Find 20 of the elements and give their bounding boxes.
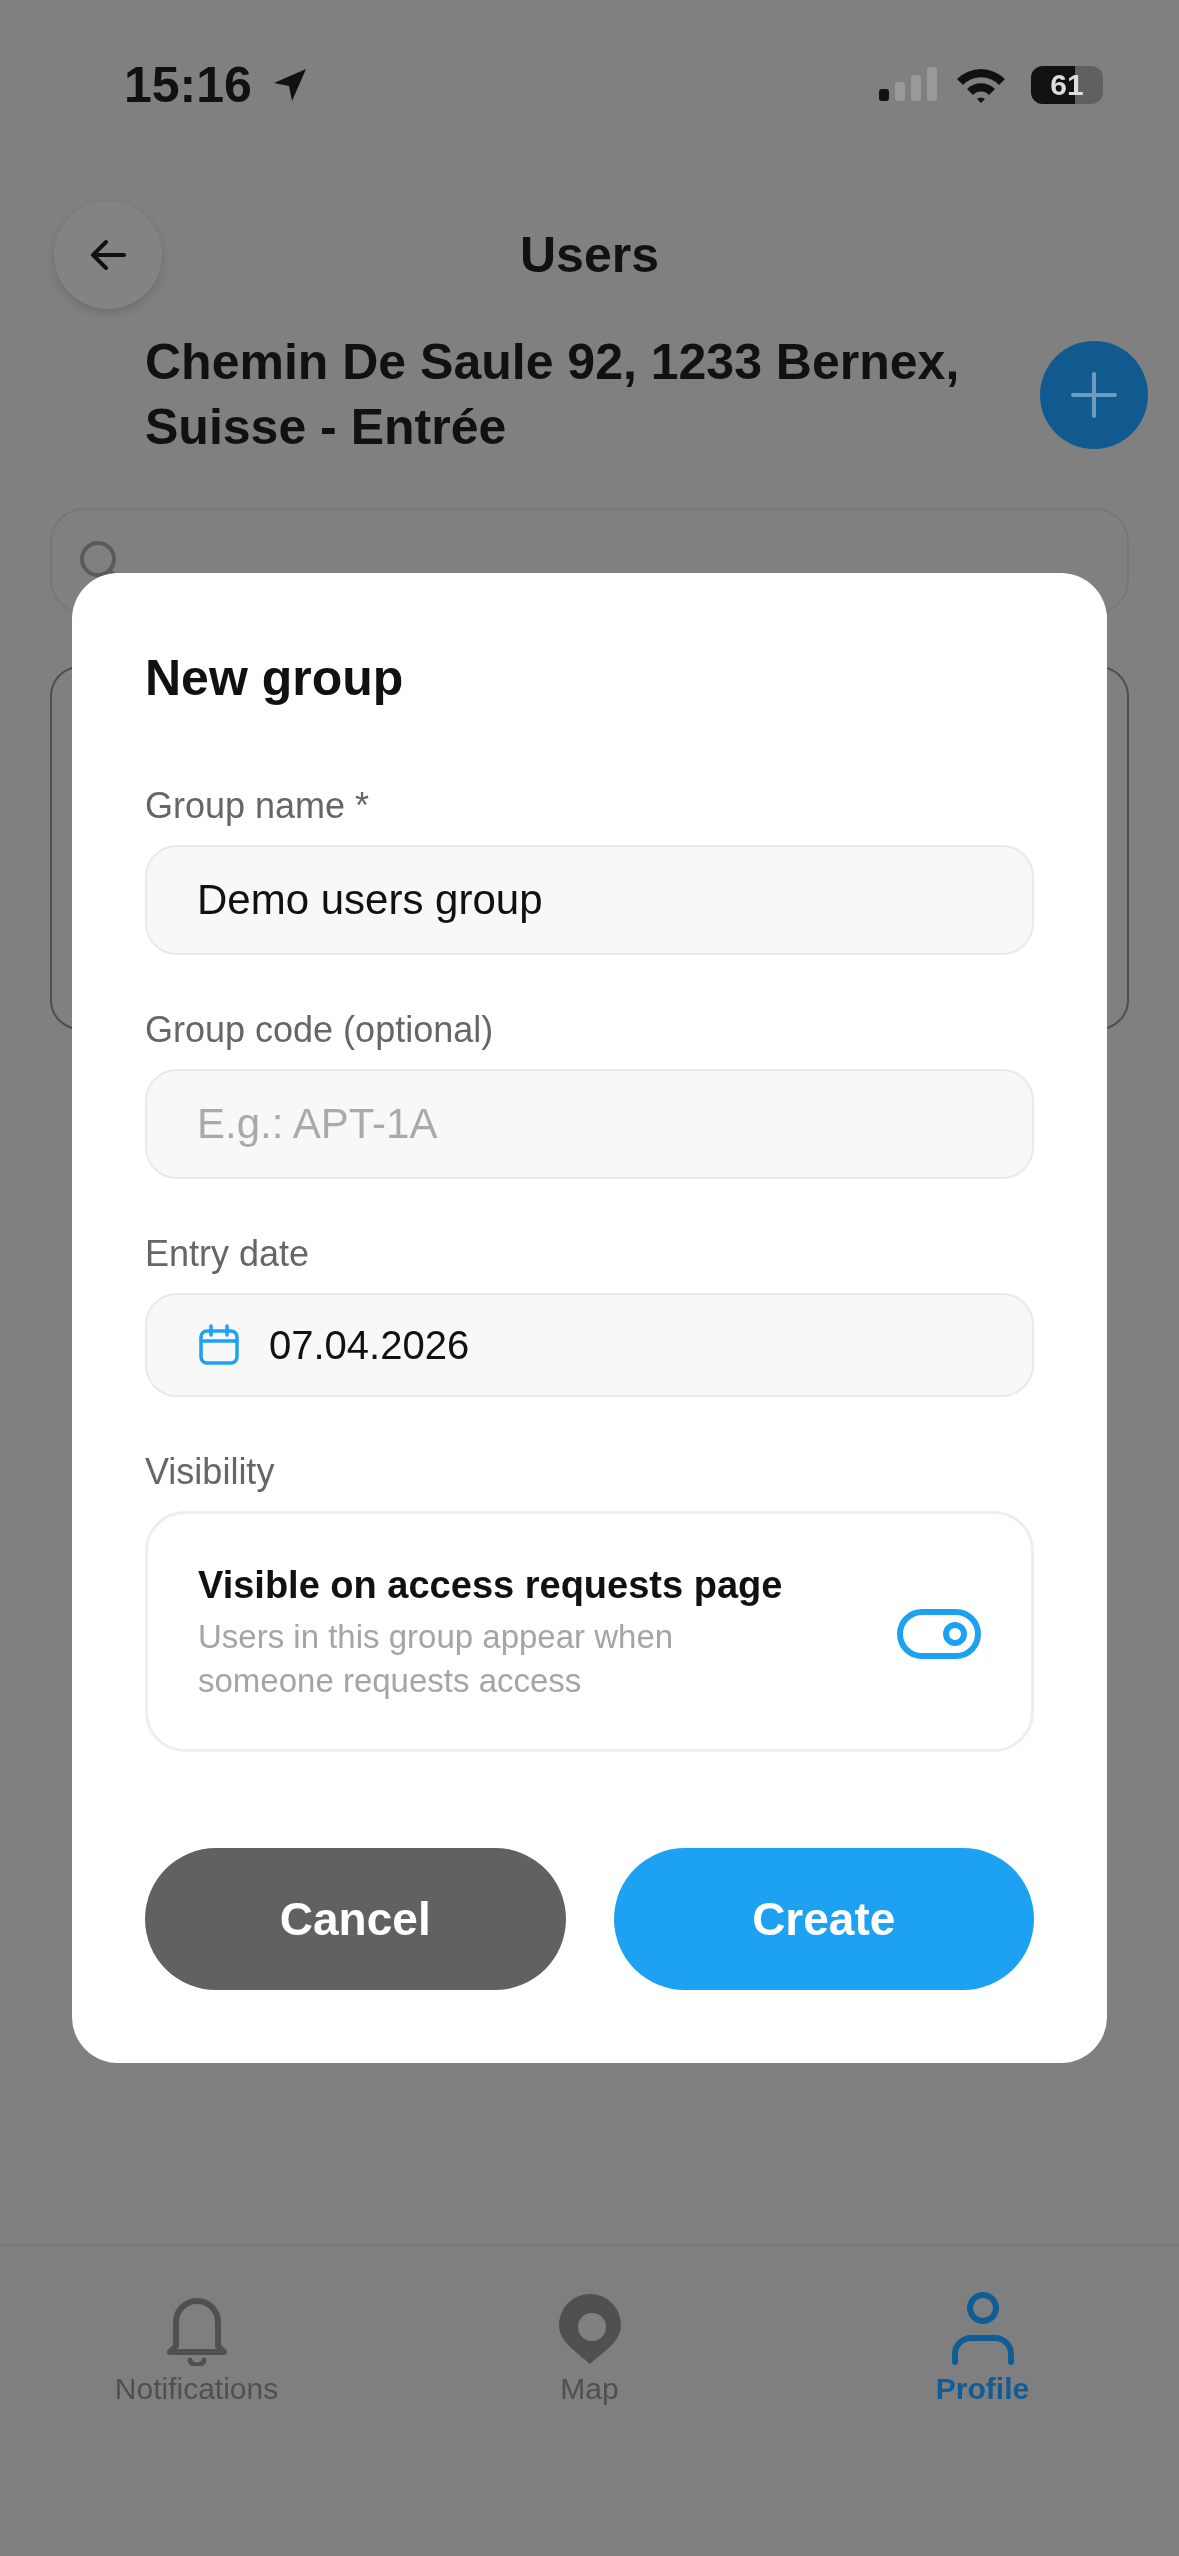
battery-indicator: 61 (1031, 66, 1103, 104)
field-label: Entry date (145, 1233, 311, 1275)
text-field[interactable]: E.g.: APT-1A (145, 1069, 1034, 1179)
option-description: Users in this group appear when someone requests access (198, 1617, 675, 1701)
address-heading: Chemin De Saule 92, 1233 Bernex, Suisse - Entrée (145, 333, 961, 457)
tab-item[interactable]: Profile (832, 2290, 1133, 2406)
plus-icon (1069, 370, 1119, 420)
cancel-button[interactable]: Cancel (145, 1848, 566, 1990)
toggle-switch[interactable] (897, 1608, 981, 1659)
calendar-icon (197, 1323, 241, 1367)
option-title: Visible on access requests page (198, 1564, 784, 1607)
field-label: Group name * (145, 785, 371, 827)
field-label: Visibility (145, 1451, 276, 1493)
status-time: 15:16 (124, 56, 252, 114)
text-field[interactable]: Demo users group (145, 845, 1034, 955)
field-label: Group code (optional) (145, 1009, 495, 1051)
page-title: Users (520, 226, 659, 284)
dialog-title: New group (145, 649, 405, 707)
create-button[interactable]: Create (613, 1848, 1034, 1990)
date-field[interactable]: 07.04.2026 (145, 1293, 1034, 1397)
